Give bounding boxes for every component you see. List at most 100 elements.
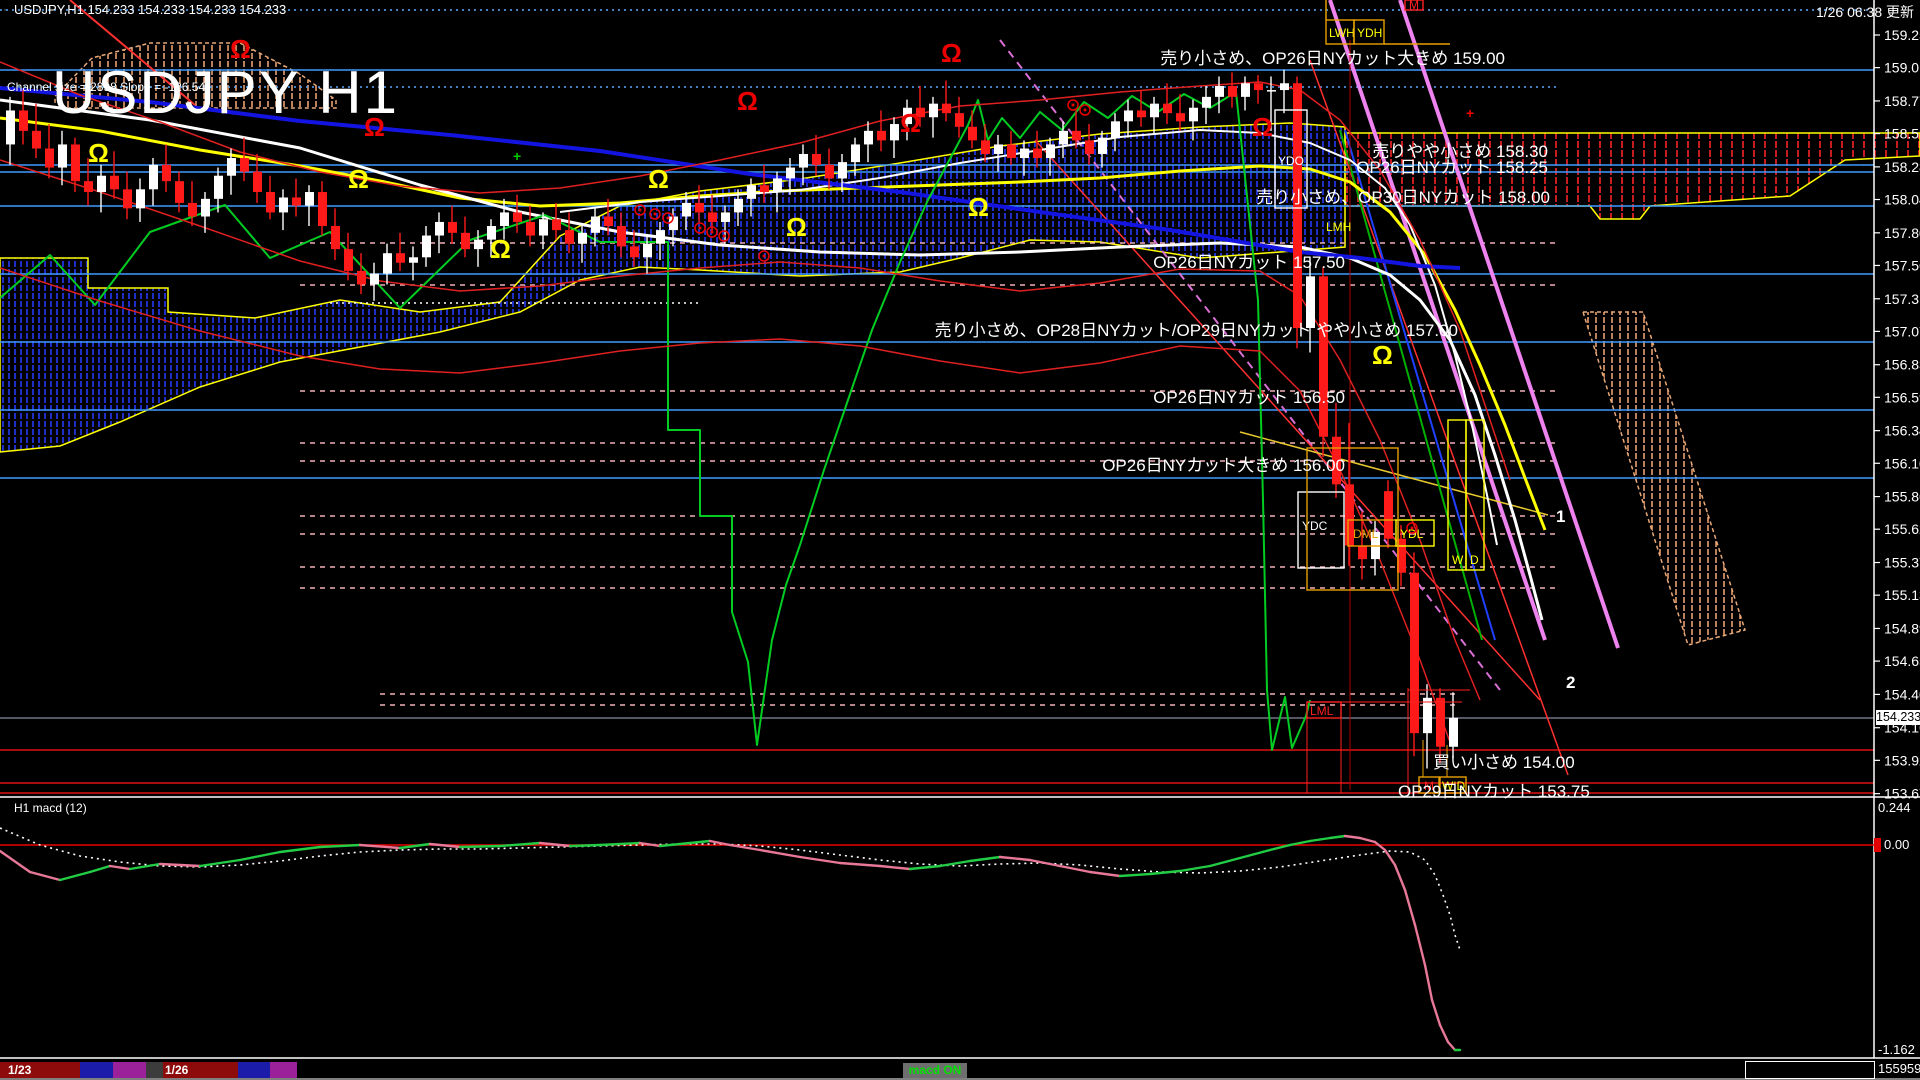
candle-body-bull	[1241, 83, 1250, 97]
macd-indicator-label: H1 macd (12)	[14, 801, 87, 815]
sell-signal-omega-icon: Ω	[941, 38, 962, 68]
candle-body-bull	[1215, 86, 1224, 97]
macd-main-line	[570, 845, 600, 846]
buy-signal-omega-icon: Ω	[968, 192, 989, 222]
macd-main-line	[1180, 866, 1210, 871]
macd-main-line	[690, 841, 710, 843]
candle-body-bull	[474, 240, 483, 250]
macd-max-label: 0.244	[1878, 800, 1911, 815]
candle-body-bear	[357, 271, 366, 285]
candle-body-bear	[1436, 698, 1445, 747]
chart-canvas[interactable]: LWHYDHMYDOLMHYDCDMLYDLWDLMLMW|D ΩΩΩΩΩΩΩΩ…	[0, 0, 1920, 1080]
horizontal-levels	[0, 10, 1874, 793]
candle-body-bear	[1228, 86, 1237, 97]
macd-main-line	[60, 872, 90, 880]
candle-body-bear	[1072, 131, 1081, 141]
macd-main-line	[1330, 836, 1345, 838]
macd-min-label: -1.162	[1878, 1042, 1915, 1057]
candle-body-bear	[448, 222, 457, 233]
circle-dot-center	[639, 209, 642, 212]
symbol-ohlc-title: USDJPY,H1 154.233 154.233 154.233 154.23…	[14, 2, 286, 17]
option-level-annotation: OP26日NYカット 158.25	[1356, 158, 1548, 177]
candle-body-bull	[682, 203, 691, 217]
option-level-annotation: 売り小さめ、OP26日NYカット大きめ 159.00	[1160, 49, 1505, 68]
price-tick-label: 154.650	[1884, 653, 1920, 669]
candle-body-bull	[1280, 83, 1289, 90]
candle-body-bear	[825, 165, 834, 179]
day-bar-segment	[297, 1062, 1874, 1078]
day-bar-segment	[146, 1062, 163, 1078]
buy-signal-omega-icon: Ω	[88, 138, 109, 168]
ydc-box-label: YDC	[1302, 519, 1328, 533]
candle-body-bull	[929, 104, 938, 118]
macd-main-line	[1060, 866, 1090, 872]
candle-body-bull	[851, 144, 860, 162]
macd-main-line	[30, 872, 60, 880]
macd-on-toggle[interactable]: macd ON	[903, 1063, 967, 1078]
macd-main-line	[1395, 865, 1405, 890]
candle-body-bear	[318, 192, 327, 226]
macd-main-line	[1440, 1025, 1448, 1042]
candle-body-bear	[526, 222, 535, 236]
candle-body-bear	[981, 140, 990, 154]
macd-main-line	[1000, 857, 1030, 860]
candle-body-bull	[279, 197, 288, 212]
candle-body-bull	[1059, 131, 1068, 145]
candle-body-bear	[292, 197, 301, 205]
macd-main-line	[1090, 872, 1120, 876]
price-tick-label: 157.315	[1884, 291, 1920, 307]
candle-body-bull	[422, 236, 431, 258]
candle-body-bear	[552, 219, 561, 230]
macd-main-line	[1345, 836, 1360, 838]
price-tick-label: 154.405	[1884, 686, 1920, 702]
macd-main-line	[90, 866, 110, 872]
candle-body-bear	[1137, 110, 1146, 117]
candle-body-bear	[604, 217, 613, 227]
circle-dot-center	[1072, 104, 1075, 107]
candle-body-bear	[630, 246, 639, 257]
macd-main-line	[0, 851, 30, 872]
macd-main-line	[1448, 1042, 1455, 1050]
price-tick-label: 154.890	[1884, 620, 1920, 636]
ichimoku-clouds	[0, 43, 1920, 645]
candle-body-bull	[773, 178, 782, 192]
price-tick-label: 159.255	[1884, 27, 1920, 43]
current-price-tag: 154.233	[1876, 710, 1920, 725]
day-bar-segment	[113, 1062, 146, 1078]
candle-body-bull	[747, 185, 756, 199]
macd-main-line	[1150, 871, 1180, 874]
candle-body-bull	[435, 222, 444, 236]
price-tick-label: 156.590	[1884, 389, 1920, 405]
candle-body-bear	[240, 158, 249, 172]
lwh-box-label: LWH	[1329, 26, 1355, 40]
candle-body-bull	[409, 257, 418, 262]
day-bar-segment	[238, 1062, 270, 1078]
sell-signal-omega-icon: Ω	[737, 86, 758, 116]
macd-subwindow	[0, 797, 1920, 1079]
candle-body-bear	[877, 131, 886, 141]
candle-body-bear	[19, 110, 28, 130]
macd-main-line	[280, 847, 320, 852]
window-bullet: ·	[3, 2, 7, 16]
circle-dot-center	[711, 231, 714, 234]
candle-body-bull	[227, 158, 236, 176]
candle-body-bear	[396, 253, 405, 263]
clock-box	[1745, 1061, 1875, 1079]
price-tick-label: 155.135	[1884, 587, 1920, 603]
candle-body-bear	[955, 113, 964, 127]
macd-main-line	[1415, 925, 1425, 965]
candle-body-bull	[864, 131, 873, 145]
wave-count-label: 2	[1566, 673, 1575, 692]
candle-body-bull	[201, 199, 210, 217]
macd-zero-tick	[1874, 838, 1881, 852]
buy-signal-omega-icon: Ω	[786, 212, 807, 242]
candle-body-bull	[734, 199, 743, 213]
price-tick-label: 155.620	[1884, 521, 1920, 537]
option-level-annotation: OP29日NYカット 153.75	[1398, 782, 1590, 801]
circle-dot-center	[763, 255, 766, 258]
candle-body-bear	[162, 165, 171, 181]
price-tick-label: 158.530	[1884, 126, 1920, 142]
macd-signal-line	[0, 828, 1460, 950]
candle-body-bull	[643, 244, 652, 258]
candle-body-bull	[500, 212, 509, 226]
